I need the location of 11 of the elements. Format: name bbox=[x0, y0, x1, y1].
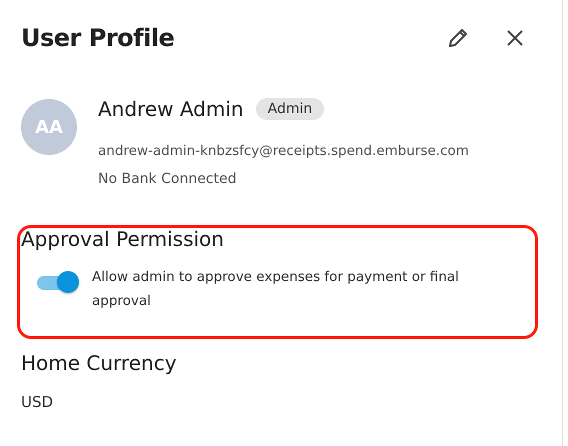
avatar: AA bbox=[21, 99, 77, 155]
bank-status: No Bank Connected bbox=[98, 171, 238, 187]
currency-value: USD bbox=[21, 393, 54, 411]
section-title: Approval Permission bbox=[21, 227, 225, 251]
panel-title: User Profile bbox=[21, 24, 176, 52]
toggle-label: Allow admin to approve expenses for payment or final approval bbox=[92, 268, 460, 311]
email-address: andrew-admin-knbzsfcy@receipts.spend.emburse.com bbox=[98, 143, 469, 159]
user-name: Andrew Admin bbox=[98, 97, 244, 121]
role-badge: Admin bbox=[256, 98, 324, 120]
toggle-switch[interactable] bbox=[35, 269, 81, 295]
section-title: Home Currency bbox=[21, 351, 178, 375]
